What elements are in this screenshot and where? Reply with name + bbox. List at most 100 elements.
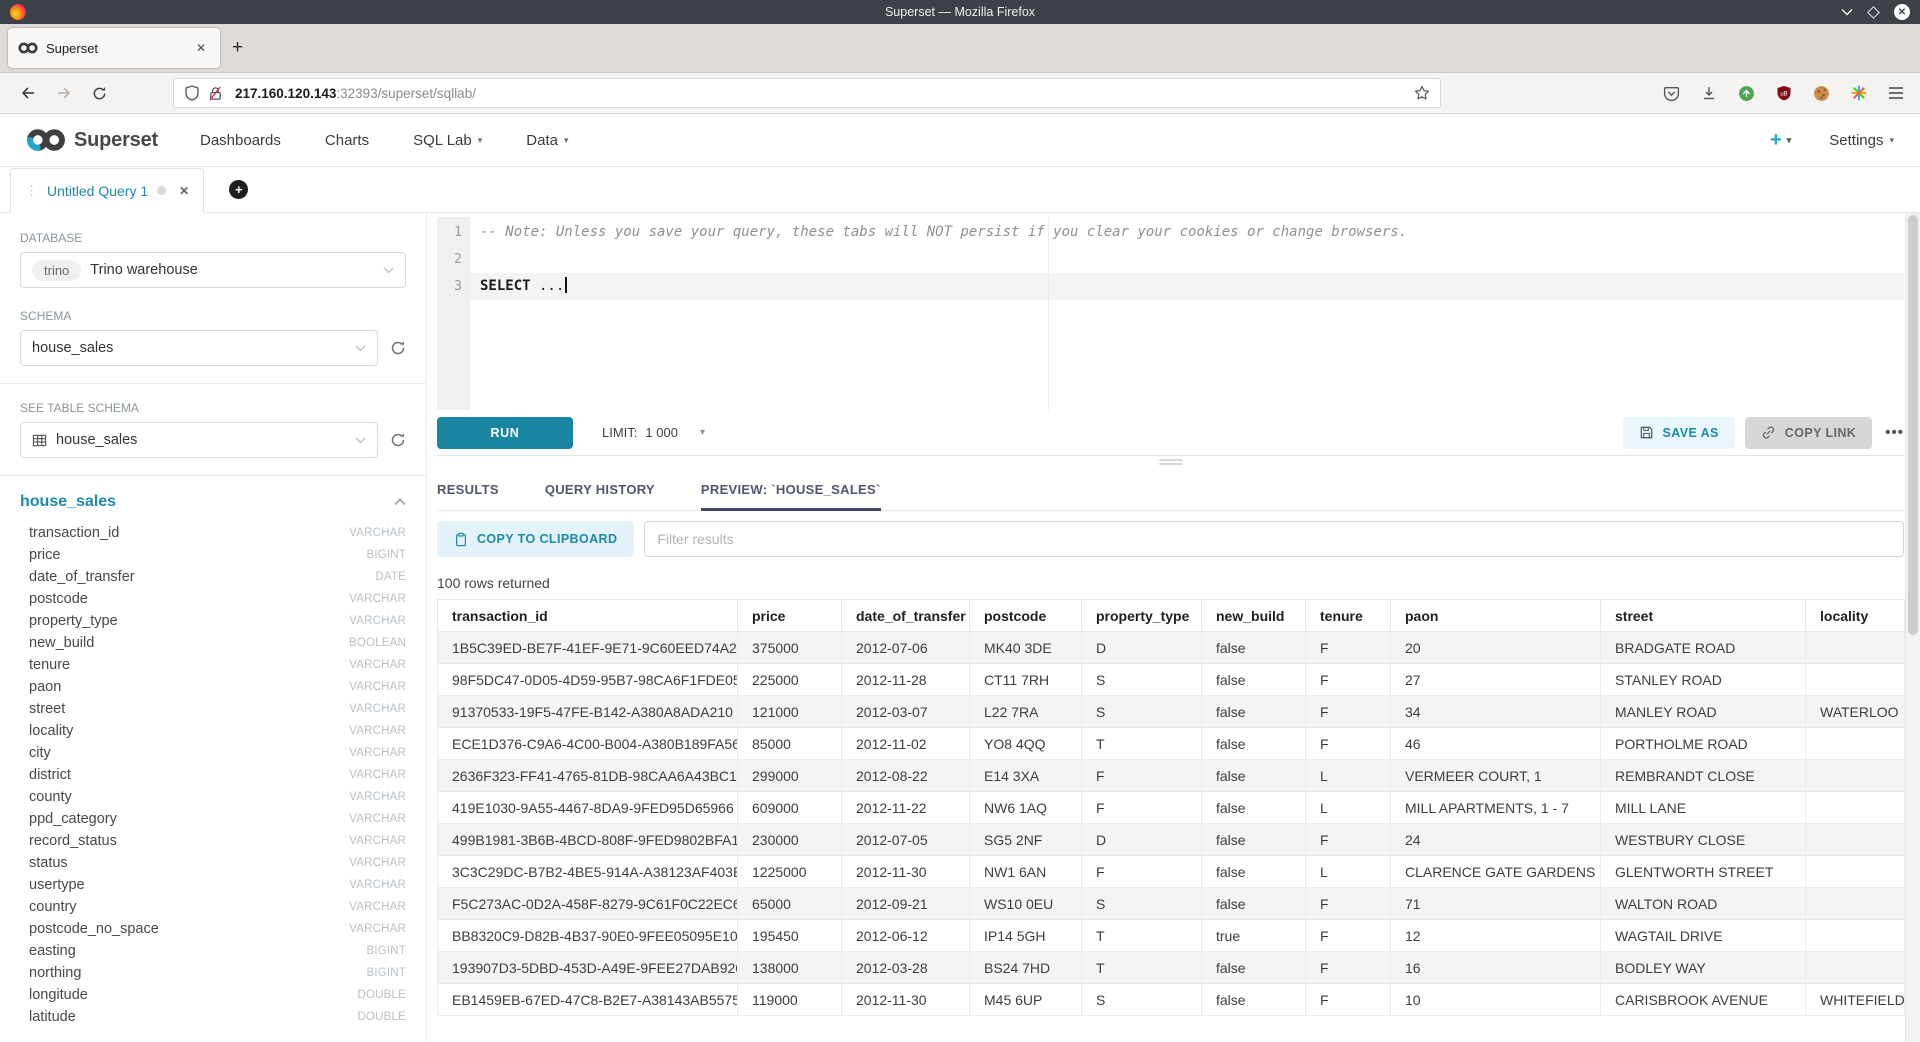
results-header-cell[interactable]: postcode bbox=[970, 600, 1082, 632]
table-cell: 119000 bbox=[738, 984, 842, 1016]
pane-resize-handle-icon[interactable] bbox=[1159, 457, 1183, 467]
results-header-cell[interactable]: price bbox=[738, 600, 842, 632]
bookmark-star-icon[interactable] bbox=[1414, 85, 1430, 101]
results-header-cell[interactable]: paon bbox=[1391, 600, 1601, 632]
drag-handle-icon[interactable]: ⋮ bbox=[25, 183, 38, 199]
table-cell: false bbox=[1202, 856, 1306, 888]
table-cell: 609000 bbox=[738, 792, 842, 824]
forward-icon[interactable] bbox=[56, 85, 72, 101]
settings-menu[interactable]: Settings▾ bbox=[1829, 132, 1894, 149]
collapse-chevron-up-icon[interactable] bbox=[394, 498, 406, 506]
mullvad-extension-icon[interactable] bbox=[1738, 85, 1755, 102]
results-header-cell[interactable]: new_build bbox=[1202, 600, 1306, 632]
chevron-down-icon: ▾ bbox=[1787, 135, 1792, 146]
link-icon bbox=[1761, 425, 1776, 440]
scrollbar-thumb[interactable] bbox=[1908, 215, 1918, 635]
table-cell: S bbox=[1082, 888, 1202, 920]
copy-link-button[interactable]: COPY LINK bbox=[1745, 417, 1872, 449]
table-cell: 91370533-19F5-47FE-B142-A380A8ADA210 bbox=[438, 696, 738, 728]
window-close-icon[interactable]: ✕ bbox=[1894, 4, 1910, 20]
back-icon[interactable] bbox=[20, 85, 36, 101]
scrollbar-track[interactable] bbox=[1905, 213, 1920, 1042]
new-tab-button[interactable]: + bbox=[220, 35, 255, 61]
window-minimize-icon[interactable] bbox=[1841, 8, 1853, 16]
column-name: date_of_transfer bbox=[29, 569, 135, 585]
schema-column-row: record_statusVARCHAR bbox=[20, 830, 406, 852]
clipboard-icon bbox=[454, 532, 468, 547]
save-icon bbox=[1639, 425, 1654, 440]
shield-icon[interactable] bbox=[184, 85, 200, 101]
table-schema-select[interactable]: house_sales bbox=[20, 422, 378, 458]
menu-hamburger-icon[interactable] bbox=[1888, 86, 1904, 100]
table-cell bbox=[1806, 856, 1905, 888]
add-new-button[interactable]: +▾ bbox=[1770, 129, 1791, 152]
nav-item-charts[interactable]: Charts bbox=[325, 132, 369, 149]
table-cell: 3C3C29DC-B7B2-4BE5-914A-A38123AF403B bbox=[438, 856, 738, 888]
nav-item-label: Data bbox=[526, 132, 558, 149]
table-cell: NW6 1AQ bbox=[970, 792, 1082, 824]
results-header-cell[interactable]: transaction_id bbox=[438, 600, 738, 632]
nav-item-data[interactable]: Data▾ bbox=[526, 132, 568, 149]
browser-tab-superset[interactable]: Superset ✕ bbox=[8, 28, 220, 68]
reload-icon[interactable] bbox=[92, 86, 107, 101]
table-name-heading[interactable]: house_sales bbox=[20, 493, 116, 511]
table-cell: 1225000 bbox=[738, 856, 842, 888]
query-tab-active[interactable]: ⋮ Untitled Query 1 ✕ bbox=[10, 168, 204, 213]
container-extension-icon[interactable] bbox=[1851, 85, 1867, 101]
schema-column-row: northingBIGINT bbox=[20, 962, 406, 984]
limit-dropdown[interactable]: LIMIT: 1 000 ▾ bbox=[602, 425, 705, 440]
run-button[interactable]: RUN bbox=[437, 417, 573, 449]
ublock-extension-icon[interactable]: uB bbox=[1776, 85, 1792, 101]
table-row: ECE1D376-C9A6-4C00-B004-A380B189FA568500… bbox=[438, 728, 1905, 760]
table-cell: 85000 bbox=[738, 728, 842, 760]
nav-item-label: Dashboards bbox=[200, 132, 281, 149]
result-tab-results[interactable]: RESULTS bbox=[437, 468, 499, 510]
table-cell: 2012-11-30 bbox=[842, 856, 970, 888]
superset-brand[interactable]: Superset bbox=[26, 128, 158, 152]
url-host: 217.160.120.143 bbox=[235, 86, 336, 101]
results-header-cell[interactable]: street bbox=[1601, 600, 1806, 632]
window-maximize-icon[interactable] bbox=[1867, 6, 1880, 19]
schema-column-row: eastingBIGINT bbox=[20, 940, 406, 962]
column-type: DATE bbox=[375, 571, 406, 583]
refresh-schema-icon[interactable] bbox=[390, 340, 406, 356]
download-icon[interactable] bbox=[1701, 85, 1717, 101]
sql-keyword: SELECT bbox=[480, 278, 531, 294]
add-query-tab-button[interactable]: + bbox=[229, 180, 248, 199]
tab-close-icon[interactable]: ✕ bbox=[192, 39, 210, 57]
query-tab-close-icon[interactable]: ✕ bbox=[179, 184, 189, 198]
limit-value: 1 000 bbox=[645, 425, 678, 440]
table-cell: T bbox=[1082, 952, 1202, 984]
refresh-table-icon[interactable] bbox=[390, 432, 406, 448]
lock-insecure-icon[interactable] bbox=[208, 86, 223, 101]
line-number: 2 bbox=[437, 246, 462, 273]
url-field[interactable]: 217.160.120.143:32393/superset/sqllab/ bbox=[173, 78, 1441, 108]
save-as-label: SAVE AS bbox=[1663, 426, 1719, 440]
results-header-cell[interactable]: tenure bbox=[1306, 600, 1391, 632]
result-tab-preview-house-sales[interactable]: PREVIEW: `HOUSE_SALES` bbox=[701, 468, 881, 510]
filter-results-input[interactable] bbox=[644, 521, 1904, 557]
results-header-cell[interactable]: locality bbox=[1806, 600, 1905, 632]
table-cell: 419E1030-9A55-4467-8DA9-9FED95D65966 bbox=[438, 792, 738, 824]
table-cell: WESTBURY CLOSE bbox=[1601, 824, 1806, 856]
results-header-cell[interactable]: property_type bbox=[1082, 600, 1202, 632]
copy-to-clipboard-button[interactable]: COPY TO CLIPBOARD bbox=[437, 521, 634, 557]
sql-editor[interactable]: 1 2 3 -- Note: Unless you save your quer… bbox=[437, 217, 1904, 410]
pocket-icon[interactable] bbox=[1663, 85, 1680, 102]
nav-item-dashboards[interactable]: Dashboards bbox=[200, 132, 281, 149]
schema-select[interactable]: house_sales bbox=[20, 330, 378, 366]
cookie-extension-icon[interactable] bbox=[1813, 85, 1830, 102]
more-options-icon[interactable]: ••• bbox=[1885, 424, 1904, 441]
table-cell: 1B5C39ED-BE7F-41EF-9E71-9C60EED74A22 bbox=[438, 632, 738, 664]
result-tab-query-history[interactable]: QUERY HISTORY bbox=[545, 468, 655, 510]
results-header-cell[interactable]: date_of_transfer bbox=[842, 600, 970, 632]
database-select[interactable]: trino Trino warehouse bbox=[20, 252, 406, 288]
table-cell: WALTON ROAD bbox=[1601, 888, 1806, 920]
table-cell: 2012-11-30 bbox=[842, 984, 970, 1016]
editor-code-area[interactable]: -- Note: Unless you save your query, the… bbox=[470, 217, 1904, 410]
table-cell: CT11 7RH bbox=[970, 664, 1082, 696]
nav-item-sql-lab[interactable]: SQL Lab▾ bbox=[413, 132, 482, 149]
save-as-button[interactable]: SAVE AS bbox=[1623, 417, 1735, 449]
url-text: 217.160.120.143:32393/superset/sqllab/ bbox=[235, 86, 476, 101]
column-name: northing bbox=[29, 965, 81, 981]
